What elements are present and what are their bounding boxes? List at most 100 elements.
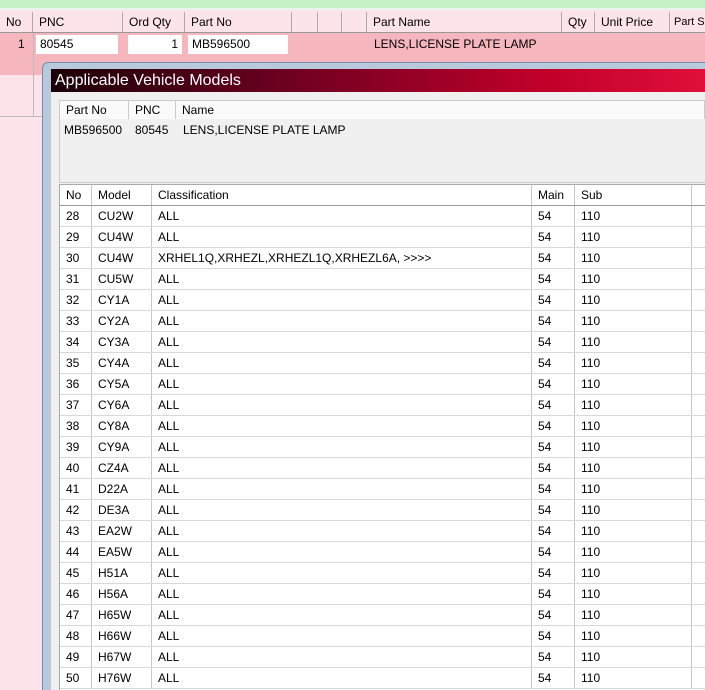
grid-row[interactable]: 37 CY6A ALL 54 110 [60, 395, 705, 416]
grid-row[interactable]: 45 H51A ALL 54 110 [60, 563, 705, 584]
grid-row[interactable]: 38 CY8A ALL 54 110 [60, 416, 705, 437]
column-header[interactable]: Part S [670, 12, 705, 32]
grid-column-header[interactable]: Sub [575, 185, 692, 205]
info-header-part-no: Part No [60, 101, 129, 119]
grid-row[interactable]: 29 CU4W ALL 54 110 [60, 227, 705, 248]
grid-cell: CU4W [92, 227, 152, 247]
grid-cell: ALL [152, 353, 532, 373]
grid-row[interactable]: 32 CY1A ALL 54 110 [60, 290, 705, 311]
grid-row[interactable]: 36 CY5A ALL 54 110 [60, 374, 705, 395]
column-header[interactable] [292, 12, 318, 32]
grid-cell: 110 [575, 206, 692, 226]
column-header[interactable] [318, 12, 342, 32]
grid-cell: 39 [60, 437, 92, 457]
grid-cell: EA5W [92, 542, 152, 562]
grid-cell: 29 [60, 227, 92, 247]
grid-row[interactable]: 33 CY2A ALL 54 110 [60, 311, 705, 332]
grid-cell: 49 [60, 647, 92, 667]
grid-cell: 110 [575, 647, 692, 667]
grid-cell [692, 206, 705, 226]
grid-row[interactable]: 46 H56A ALL 54 110 [60, 584, 705, 605]
pnc-input[interactable]: 80545 [36, 35, 118, 54]
grid-cell: ALL [152, 647, 532, 667]
grid-cell: 37 [60, 395, 92, 415]
grid-row[interactable]: 35 CY4A ALL 54 110 [60, 353, 705, 374]
grid-cell: 110 [575, 584, 692, 604]
grid-cell: ALL [152, 374, 532, 394]
grid-cell [692, 374, 705, 394]
grid-row[interactable]: 30 CU4W XRHEL1Q,XRHEZL,XRHEZL1Q,XRHEZL6A, … [60, 248, 705, 269]
grid-cell: 110 [575, 227, 692, 247]
grid-cell: 110 [575, 374, 692, 394]
top-toolbar-strip [0, 0, 705, 10]
grid-column-header[interactable]: Classification [152, 185, 532, 205]
grid-row[interactable]: 40 CZ4A ALL 54 110 [60, 458, 705, 479]
grid-column-header[interactable]: Model [92, 185, 152, 205]
grid-cell: D22A [92, 479, 152, 499]
column-header[interactable]: Part Name [367, 12, 562, 32]
grid-row[interactable]: 28 CU2W ALL 54 110 [60, 206, 705, 227]
grid-row[interactable]: 50 H76W ALL 54 110 [60, 668, 705, 689]
grid-cell: DE3A [92, 500, 152, 520]
grid-cell: 50 [60, 668, 92, 688]
grid-row[interactable]: 34 CY3A ALL 54 110 [60, 332, 705, 353]
grid-row[interactable]: 48 H66W ALL 54 110 [60, 626, 705, 647]
grid-cell: 110 [575, 269, 692, 289]
dialog-title[interactable]: Applicable Vehicle Models [51, 69, 705, 92]
grid-cell [692, 437, 705, 457]
grid-cell: CY2A [92, 311, 152, 331]
grid-cell: 110 [575, 563, 692, 583]
ord-qty-input[interactable]: 1 [128, 35, 182, 54]
column-header[interactable]: Part No [185, 12, 292, 32]
grid-cell: CY8A [92, 416, 152, 436]
grid-row[interactable]: 43 EA2W ALL 54 110 [60, 521, 705, 542]
grid-cell: 54 [532, 290, 575, 310]
grid-cell: 47 [60, 605, 92, 625]
grid-cell: ALL [152, 626, 532, 646]
part-no-input[interactable]: MB596500 [188, 35, 288, 54]
grid-cell: 110 [575, 353, 692, 373]
grid-cell: 54 [532, 647, 575, 667]
applicable-vehicle-models-dialog: Applicable Vehicle Models Part No PNC Na… [42, 62, 705, 690]
grid-row[interactable]: 42 DE3A ALL 54 110 [60, 500, 705, 521]
grid-cell [692, 542, 705, 562]
grid-cell: 46 [60, 584, 92, 604]
grid-cell: 54 [532, 437, 575, 457]
grid-column-header[interactable]: Main [532, 185, 575, 205]
info-pnc: 80545 [135, 123, 169, 137]
grid-cell: ALL [152, 437, 532, 457]
grid-cell: 110 [575, 626, 692, 646]
grid-row[interactable]: 41 D22A ALL 54 110 [60, 479, 705, 500]
grid-cell [692, 563, 705, 583]
column-header[interactable]: Unit Price [595, 12, 670, 32]
grid-cell [692, 668, 705, 688]
grid-cell: 110 [575, 395, 692, 415]
grid-cell: 110 [575, 500, 692, 520]
grid-cell [692, 353, 705, 373]
grid-cell: H51A [92, 563, 152, 583]
grid-row[interactable]: 31 CU5W ALL 54 110 [60, 269, 705, 290]
grid-cell: H67W [92, 647, 152, 667]
grid-column-header[interactable]: No [60, 185, 92, 205]
column-header[interactable]: Qty [562, 12, 595, 32]
grid-cell: 110 [575, 311, 692, 331]
grid-cell: 44 [60, 542, 92, 562]
column-header[interactable]: Ord Qty [123, 12, 185, 32]
grid-row[interactable]: 39 CY9A ALL 54 110 [60, 437, 705, 458]
info-name: LENS,LICENSE PLATE LAMP [183, 123, 346, 137]
grid-row[interactable]: 47 H65W ALL 54 110 [60, 605, 705, 626]
grid-cell: 40 [60, 458, 92, 478]
main-table-header: No PNC Ord Qty Part No Part Name Qty Unit Pric… [0, 12, 705, 33]
grid-row[interactable]: 44 EA5W ALL 54 110 [60, 542, 705, 563]
grid-cell: 110 [575, 290, 692, 310]
column-header[interactable]: PNC [33, 12, 123, 32]
grid-cell [692, 521, 705, 541]
grid-cell: 110 [575, 248, 692, 268]
grid-column-header[interactable] [692, 185, 705, 205]
grid-row[interactable]: 49 H67W ALL 54 110 [60, 647, 705, 668]
grid-cell: 110 [575, 605, 692, 625]
column-header[interactable] [342, 12, 367, 32]
grid-cell: 54 [532, 479, 575, 499]
grid-cell: 35 [60, 353, 92, 373]
column-header[interactable]: No [0, 12, 33, 32]
